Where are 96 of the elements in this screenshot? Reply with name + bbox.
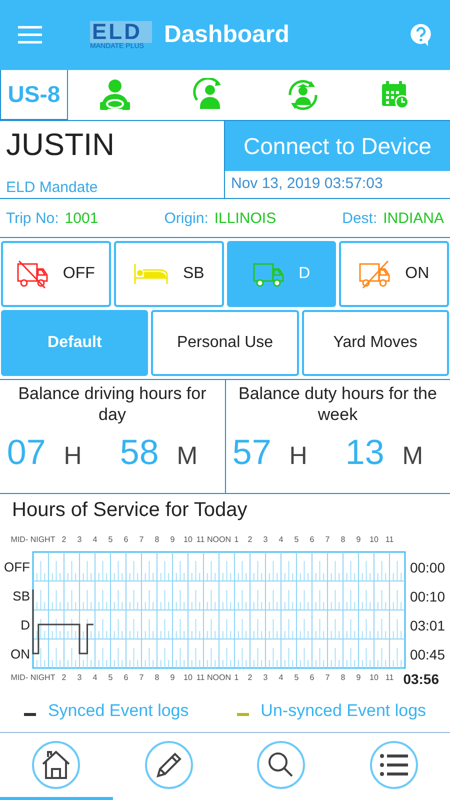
hour-label: 6 bbox=[124, 673, 128, 682]
hour-label: 3 bbox=[263, 673, 268, 682]
status-row-label: D bbox=[20, 618, 30, 632]
hour-label: 8 bbox=[154, 535, 160, 544]
hour-label: 9 bbox=[356, 535, 361, 544]
hour-label: 4 bbox=[92, 535, 98, 544]
hour-label: 8 bbox=[154, 673, 160, 682]
hour-label: NOON bbox=[207, 673, 231, 682]
screen-title: Dashboard bbox=[164, 21, 290, 49]
hour-label: 6 bbox=[310, 535, 314, 544]
hour-label: 7 bbox=[139, 673, 144, 682]
legend-label: Synced Event logs bbox=[48, 701, 189, 721]
status-total: 00:10 bbox=[410, 588, 445, 604]
status-row-label: OFF bbox=[4, 560, 30, 574]
hour-label: 11 bbox=[196, 535, 205, 544]
hour-label: 2 bbox=[248, 673, 252, 682]
duty-status-button[interactable]: SB bbox=[114, 241, 224, 307]
minutes-unit: M bbox=[402, 442, 424, 471]
hour-label: 1 bbox=[234, 673, 239, 682]
hour-label: 5 bbox=[108, 673, 113, 682]
date-time: Nov 13, 2019 03:57:03 bbox=[230, 174, 384, 194]
hour-label: 5 bbox=[108, 535, 113, 544]
help-icon[interactable] bbox=[410, 23, 432, 47]
hour-label: 9 bbox=[170, 535, 175, 544]
trip-label: Trip No: bbox=[6, 210, 59, 226]
balance-title: Balance duty hours for the week bbox=[238, 383, 438, 425]
hours-unit: H bbox=[64, 442, 82, 471]
hour-label: 3 bbox=[77, 535, 82, 544]
status-total: 00:00 bbox=[410, 560, 445, 576]
logo-word: ELD bbox=[90, 20, 152, 42]
hour-label: 5 bbox=[294, 535, 299, 544]
hour-label: 2 bbox=[62, 535, 66, 544]
total-time: 03:56 bbox=[403, 671, 439, 687]
bed-icon bbox=[132, 262, 169, 286]
pencil-icon bbox=[154, 750, 184, 780]
hour-label: 3 bbox=[77, 673, 82, 682]
hour-label: 9 bbox=[170, 673, 175, 682]
hour-label: 10 bbox=[184, 535, 192, 544]
trip-label: Origin: bbox=[164, 210, 208, 226]
hour-label: 6 bbox=[310, 673, 314, 682]
status-total: 00:45 bbox=[410, 646, 445, 662]
list-icon bbox=[378, 752, 409, 778]
hour-label: 7 bbox=[325, 535, 330, 544]
hour-label: 11 bbox=[196, 673, 205, 682]
trip-value: INDIANA bbox=[383, 210, 444, 226]
section-title: Hours of Service for Today bbox=[11, 498, 248, 522]
hour-label: 10 bbox=[370, 673, 378, 682]
hour-label: 4 bbox=[278, 535, 284, 544]
hour-label: MID- NIGHT bbox=[10, 535, 56, 544]
driving-mode-button[interactable]: Personal Use bbox=[151, 310, 299, 376]
trip-value: ILLINOIS bbox=[214, 210, 276, 226]
hour-label: 4 bbox=[92, 673, 98, 682]
legend-label: Un-synced Event logs bbox=[260, 701, 426, 721]
hour-label: 5 bbox=[294, 673, 299, 682]
duty-status-button[interactable]: ON bbox=[339, 241, 449, 307]
hour-label: 9 bbox=[356, 673, 361, 682]
hour-label: 1 bbox=[234, 535, 239, 544]
hour-label: 10 bbox=[184, 673, 192, 682]
crossed-truck-icon bbox=[16, 259, 49, 289]
driver-icon[interactable] bbox=[98, 78, 132, 112]
hour-label: 7 bbox=[139, 535, 144, 544]
status-row-label: ON bbox=[10, 646, 30, 662]
duty-status-line bbox=[32, 590, 94, 654]
hour-label: 7 bbox=[325, 673, 330, 682]
hour-label: 2 bbox=[248, 535, 252, 544]
company-name: ELD Mandate bbox=[6, 179, 99, 196]
status-row-label: SB bbox=[12, 588, 30, 604]
hours-unit: H bbox=[289, 442, 308, 471]
minutes-unit: M bbox=[176, 442, 198, 471]
driver-exchange-icon[interactable] bbox=[286, 78, 320, 112]
crossed-truck-icon bbox=[359, 259, 392, 289]
duty-status-button[interactable]: OFF bbox=[1, 241, 111, 307]
hour-label: 3 bbox=[263, 535, 268, 544]
hour-label: 2 bbox=[62, 673, 66, 682]
minutes-value: 58 bbox=[120, 433, 159, 473]
hour-label: MID- NIGHT bbox=[10, 673, 56, 682]
hour-label: 10 bbox=[370, 535, 378, 544]
hour-label: 8 bbox=[340, 535, 346, 544]
status-total: 03:01 bbox=[410, 618, 445, 634]
hour-label: 4 bbox=[278, 673, 284, 682]
hour-label: 8 bbox=[340, 673, 346, 682]
menu-icon[interactable] bbox=[18, 26, 42, 44]
driving-mode-button[interactable]: Yard Moves bbox=[302, 310, 449, 376]
driver-name: JUSTIN bbox=[6, 127, 116, 163]
hour-label: 11 bbox=[385, 673, 394, 682]
hour-label: 6 bbox=[124, 535, 128, 544]
minutes-value: 13 bbox=[345, 433, 384, 473]
balance-title: Balance driving hours for day bbox=[17, 383, 208, 425]
hours-value: 57 bbox=[232, 433, 272, 473]
home-icon bbox=[40, 749, 72, 781]
calendar-clock-icon[interactable] bbox=[380, 80, 410, 110]
trip-label: Dest: bbox=[342, 210, 378, 226]
trip-value: 1001 bbox=[64, 210, 98, 226]
hour-label: 11 bbox=[385, 535, 394, 544]
hour-label: NOON bbox=[207, 535, 231, 544]
hours-value: 07 bbox=[6, 433, 46, 473]
